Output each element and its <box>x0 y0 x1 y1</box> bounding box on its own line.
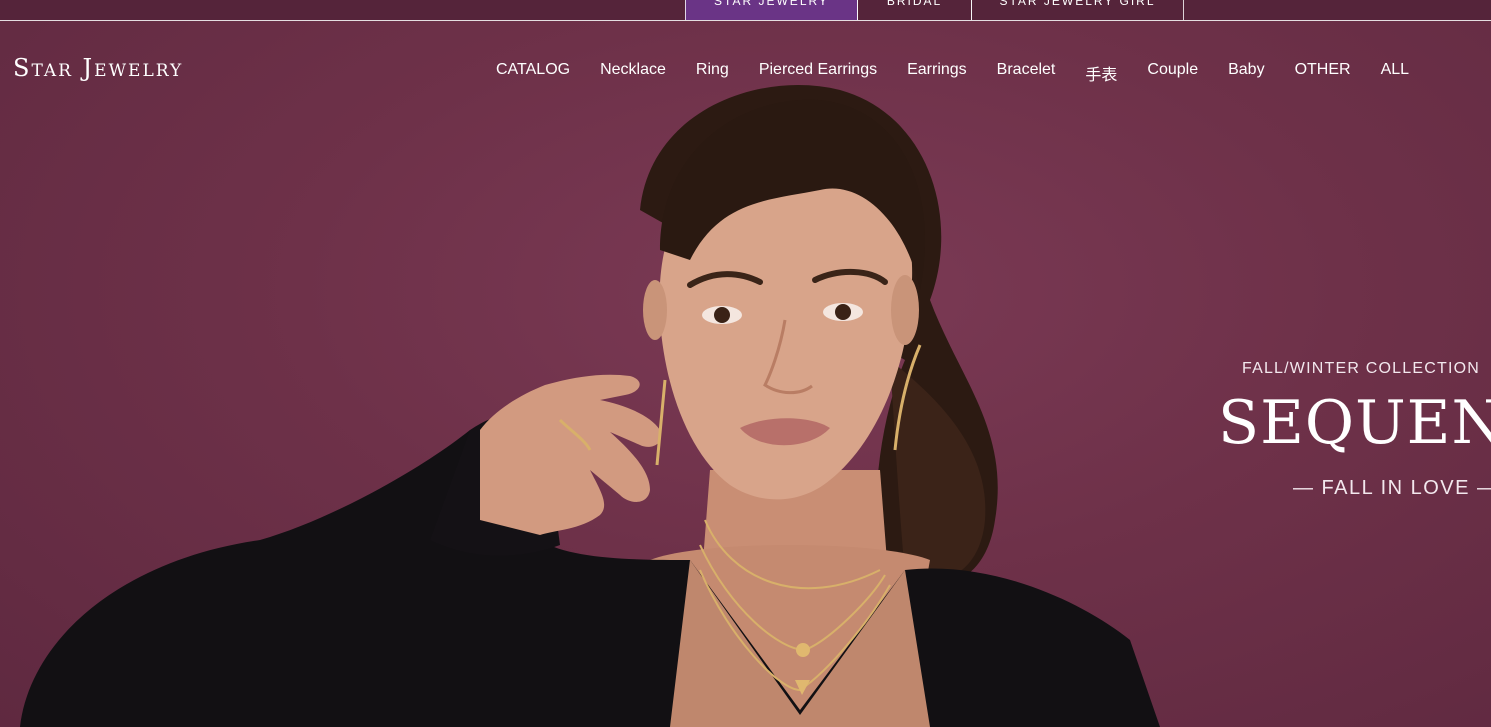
main-nav: CATALOG Necklace Ring Pierced Earrings E… <box>481 61 1424 85</box>
nav-item-watch[interactable]: 手表 <box>1070 61 1132 85</box>
nav-item-couple[interactable]: Couple <box>1132 61 1213 85</box>
brand-tab-label: STAR JEWELRY GIRL <box>999 0 1156 8</box>
hero-kicker: FALL/WINTER COLLECTION <box>1242 360 1480 377</box>
brand-tab-bridal[interactable]: BRIDAL <box>857 0 972 20</box>
brand-tab-bar: STAR JEWELRY BRIDAL STAR JEWELRY GIRL <box>0 0 1491 21</box>
brand-tab-star-jewelry-girl[interactable]: STAR JEWELRY GIRL <box>971 0 1184 20</box>
hero-title: SEQUENC <box>1218 388 1491 458</box>
brand-tab-star-jewelry[interactable]: STAR JEWELRY <box>685 0 858 20</box>
nav-item-all[interactable]: ALL <box>1366 61 1424 85</box>
nav-item-other[interactable]: OTHER <box>1280 61 1366 85</box>
hero-tagline: — FALL IN LOVE — <box>1293 477 1491 499</box>
brand-tab-label: STAR JEWELRY <box>714 0 829 8</box>
nav-item-earrings[interactable]: Earrings <box>892 61 982 85</box>
brand-tab-label: BRIDAL <box>886 0 943 8</box>
hero-page: STAR JEWELRY BRIDAL STAR JEWELRY GIRL St… <box>0 0 1491 727</box>
nav-item-catalog[interactable]: CATALOG <box>481 61 585 85</box>
site-logo[interactable]: Star Jewelry <box>13 54 183 82</box>
nav-item-ring[interactable]: Ring <box>681 61 744 85</box>
nav-item-baby[interactable]: Baby <box>1213 61 1279 85</box>
nav-item-pierced-earrings[interactable]: Pierced Earrings <box>744 61 892 85</box>
nav-item-bracelet[interactable]: Bracelet <box>982 61 1071 85</box>
nav-item-necklace[interactable]: Necklace <box>585 61 681 85</box>
